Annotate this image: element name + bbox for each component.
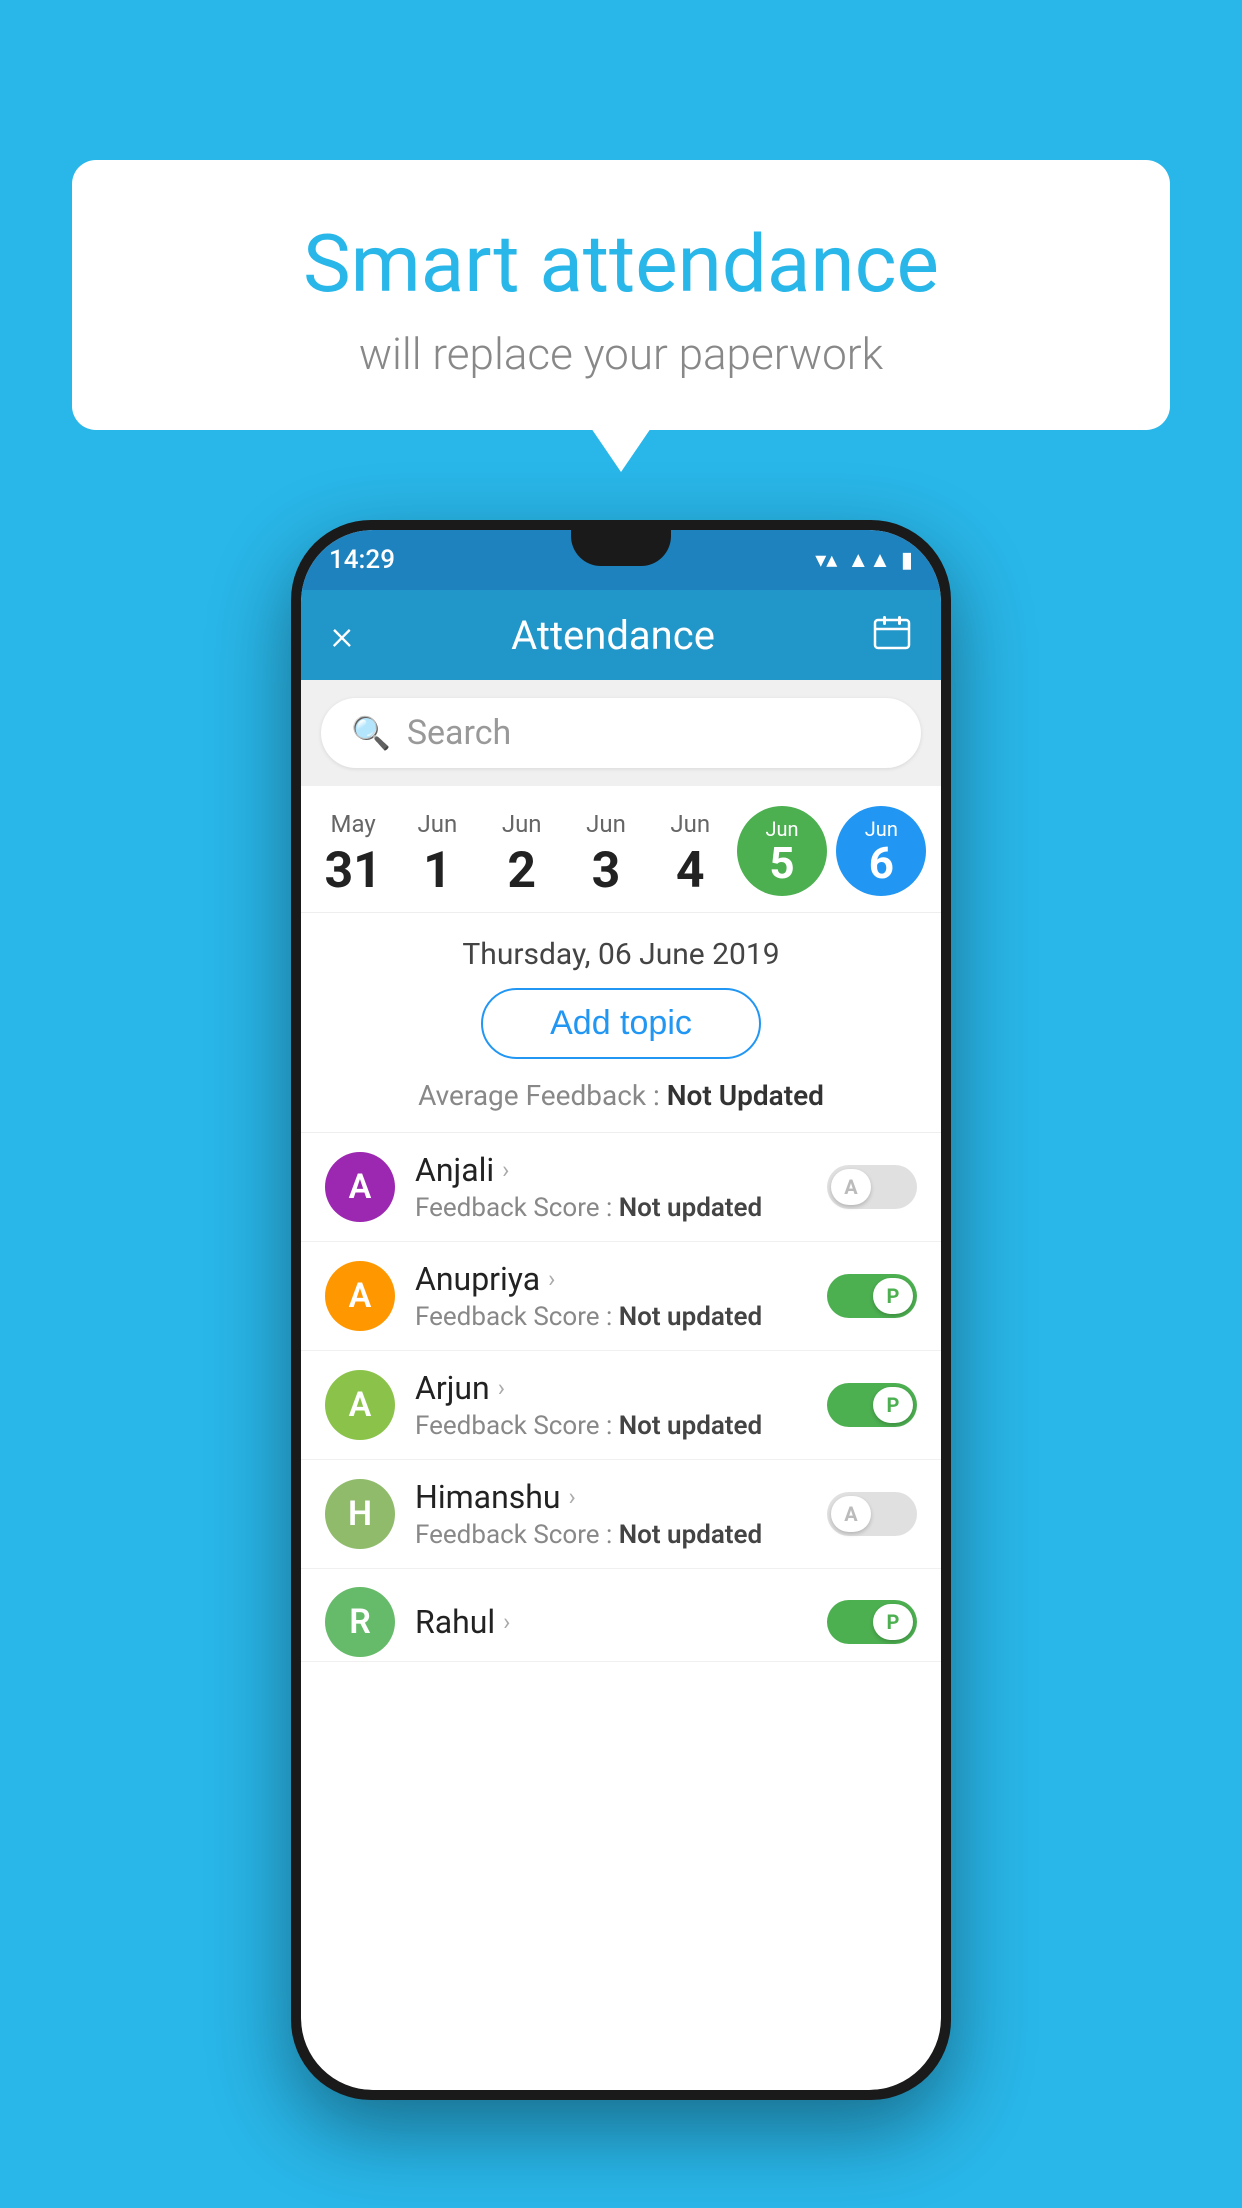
anupriya-feedback: Feedback Score : Not updated — [415, 1302, 807, 1332]
last-toggle-knob: P — [873, 1604, 913, 1640]
student-item-arjun: A Arjun › Feedback Score : Not updated — [301, 1351, 941, 1460]
date-col-2[interactable]: Jun 2 — [484, 810, 559, 896]
date-num-1: 1 — [423, 846, 452, 896]
student-item-anjali: A Anjali › Feedback Score : Not updated — [301, 1133, 941, 1242]
avg-feedback-value: Not Updated — [667, 1079, 824, 1112]
student-info-anupriya: Anupriya › Feedback Score : Not updated — [415, 1260, 807, 1332]
anjali-toggle[interactable]: A — [827, 1165, 917, 1209]
date-col-0[interactable]: May 31 — [316, 810, 391, 896]
phone-screen: 14:29 ▾▴ ▲▲ ▮ × Attendance — [301, 530, 941, 2090]
date-col-4[interactable]: Jun 4 — [653, 810, 728, 896]
header-title: Attendance — [511, 612, 715, 659]
date-col-3[interactable]: Jun 3 — [568, 810, 643, 896]
date-num-5: 5 — [769, 841, 794, 885]
avatar-arjun: A — [325, 1370, 395, 1440]
himanshu-feedback: Feedback Score : Not updated — [415, 1520, 807, 1550]
anjali-chevron-icon: › — [502, 1156, 509, 1184]
close-button[interactable]: × — [331, 611, 353, 660]
search-input[interactable]: Search — [407, 713, 511, 753]
student-item-last: R Rahul › P — [301, 1569, 941, 1662]
date-month-3: Jun — [586, 810, 626, 838]
main-content: Thursday, 06 June 2019 Add topic Average… — [301, 913, 941, 1662]
avatar-last: R — [325, 1587, 395, 1657]
date-col-1[interactable]: Jun 1 — [400, 810, 475, 896]
arjun-toggle[interactable]: P — [827, 1383, 917, 1427]
avg-feedback-label: Average Feedback : — [418, 1079, 660, 1112]
phone-frame: 14:29 ▾▴ ▲▲ ▮ × Attendance — [291, 520, 951, 2100]
last-chevron-icon: › — [503, 1608, 510, 1636]
student-info-himanshu: Himanshu › Feedback Score : Not updated — [415, 1478, 807, 1550]
bubble-title: Smart attendance — [112, 220, 1130, 308]
phone-inner: 14:29 ▾▴ ▲▲ ▮ × Attendance — [301, 530, 941, 2090]
status-bar: 14:29 ▾▴ ▲▲ ▮ — [301, 530, 941, 590]
anjali-name-text: Anjali — [415, 1151, 494, 1189]
student-info-anjali: Anjali › Feedback Score : Not updated — [415, 1151, 807, 1223]
notch — [571, 530, 671, 566]
student-name-arjun[interactable]: Arjun › — [415, 1369, 807, 1407]
last-toggle[interactable]: P — [827, 1600, 917, 1644]
date-num-4: 4 — [676, 846, 705, 896]
himanshu-toggle[interactable]: A — [827, 1492, 917, 1536]
date-num-2: 2 — [507, 846, 536, 896]
date-month-2: Jun — [502, 810, 542, 838]
search-container: 🔍 Search — [301, 680, 941, 786]
anjali-toggle-knob: A — [831, 1169, 871, 1205]
anupriya-toggle-knob: P — [873, 1278, 913, 1314]
student-list: A Anjali › Feedback Score : Not updated — [301, 1132, 941, 1662]
avatar-himanshu: H — [325, 1479, 395, 1549]
arjun-chevron-icon: › — [498, 1374, 505, 1402]
add-topic-button[interactable]: Add topic — [481, 988, 761, 1059]
student-name-himanshu[interactable]: Himanshu › — [415, 1478, 807, 1516]
avg-feedback: Average Feedback : Not Updated — [301, 1079, 941, 1112]
student-item-anupriya: A Anupriya › Feedback Score : Not update… — [301, 1242, 941, 1351]
anjali-feedback: Feedback Score : Not updated — [415, 1193, 807, 1223]
status-time: 14:29 — [329, 545, 395, 575]
date-col-5[interactable]: Jun 5 — [737, 806, 827, 896]
student-item-himanshu: H Himanshu › Feedback Score : Not update… — [301, 1460, 941, 1569]
date-month-4: Jun — [670, 810, 710, 838]
arjun-feedback: Feedback Score : Not updated — [415, 1411, 807, 1441]
bubble-subtitle: will replace your paperwork — [112, 328, 1130, 380]
speech-bubble-container: Smart attendance will replace your paper… — [72, 160, 1170, 430]
signal-icon: ▲▲ — [847, 547, 891, 573]
date-month-0: May — [331, 810, 376, 838]
date-num-3: 3 — [592, 846, 621, 896]
student-name-anjali[interactable]: Anjali › — [415, 1151, 807, 1189]
anupriya-chevron-icon: › — [548, 1265, 555, 1293]
arjun-toggle-knob: P — [873, 1387, 913, 1423]
anupriya-toggle[interactable]: P — [827, 1274, 917, 1318]
himanshu-chevron-icon: › — [569, 1483, 576, 1511]
calendar-icon[interactable] — [873, 614, 911, 656]
avatar-anjali: A — [325, 1152, 395, 1222]
anupriya-name-text: Anupriya — [415, 1260, 540, 1298]
last-name-text: Rahul — [415, 1603, 495, 1641]
wifi-icon: ▾▴ — [815, 548, 837, 573]
search-bar[interactable]: 🔍 Search — [321, 698, 921, 768]
selected-date-label: Thursday, 06 June 2019 — [301, 913, 941, 988]
date-num-6: 6 — [869, 841, 894, 885]
speech-bubble: Smart attendance will replace your paper… — [72, 160, 1170, 430]
date-month-1: Jun — [418, 810, 458, 838]
date-num-0: 31 — [324, 846, 381, 896]
date-selector: May 31 Jun 1 Jun 2 Jun 3 Jun 4 — [301, 786, 941, 913]
search-icon: 🔍 — [351, 714, 391, 752]
avatar-anupriya: A — [325, 1261, 395, 1331]
arjun-name-text: Arjun — [415, 1369, 490, 1407]
student-name-anupriya[interactable]: Anupriya › — [415, 1260, 807, 1298]
himanshu-name-text: Himanshu — [415, 1478, 561, 1516]
date-col-6[interactable]: Jun 6 — [836, 806, 926, 896]
app-header: × Attendance — [301, 590, 941, 680]
himanshu-toggle-knob: A — [831, 1496, 871, 1532]
student-name-last[interactable]: Rahul › — [415, 1603, 807, 1641]
battery-icon: ▮ — [901, 548, 913, 573]
student-info-last: Rahul › — [415, 1603, 807, 1641]
student-info-arjun: Arjun › Feedback Score : Not updated — [415, 1369, 807, 1441]
status-icons: ▾▴ ▲▲ ▮ — [815, 547, 913, 573]
